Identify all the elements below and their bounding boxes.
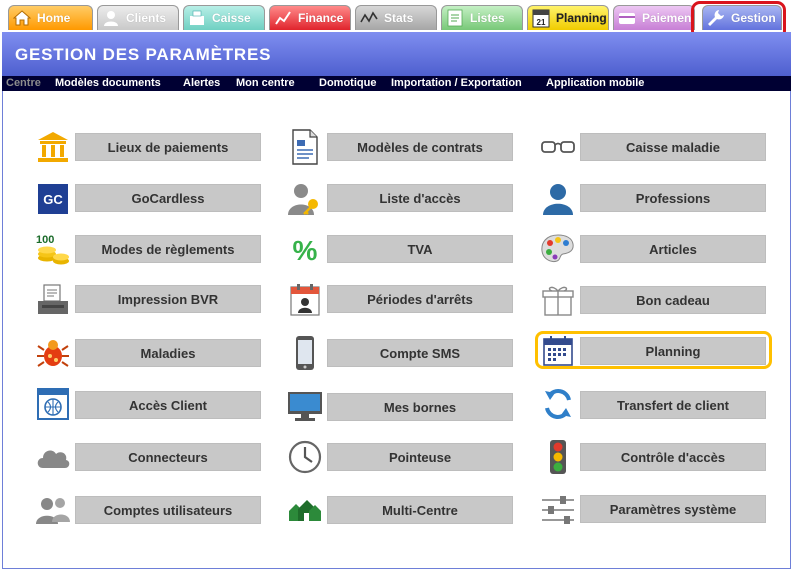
btn-bon-cadeau[interactable]: Bon cadeau [580, 286, 766, 314]
monitor-icon [285, 386, 325, 426]
list-icon [442, 6, 468, 30]
contract-document-icon [285, 127, 325, 167]
tab-finance[interactable]: Finance [269, 5, 351, 30]
wrench-icon [703, 6, 729, 30]
calendar-icon: 21 [528, 6, 554, 30]
smartphone-icon [285, 333, 325, 373]
gocardless-icon: GC [33, 179, 73, 219]
subnav-modeles-documents[interactable]: Modèles documents [55, 77, 161, 89]
cloud-icon [33, 437, 73, 477]
bug-icon [33, 333, 73, 373]
users-icon [33, 490, 73, 530]
btn-professions[interactable]: Professions [580, 184, 766, 212]
coins-icon: 100 [33, 229, 73, 269]
tab-gestion[interactable]: Gestion [702, 5, 782, 30]
calendar-person-icon [285, 280, 325, 320]
main-tab-bar: Home Clients Caisse Finance Stats Listes… [0, 0, 791, 34]
btn-compte-sms[interactable]: Compte SMS [327, 339, 513, 367]
subnav-centre[interactable]: Centre [6, 77, 41, 89]
btn-caisse-maladie[interactable]: Caisse maladie [580, 133, 766, 161]
clock-icon [285, 437, 325, 477]
planning-calendar-icon [538, 331, 578, 371]
tab-label: Planning [556, 11, 607, 25]
page-title: GESTION DES PARAMÈTRES [15, 45, 272, 64]
tab-clients[interactable]: Clients [97, 5, 179, 30]
tab-label: Gestion [731, 11, 776, 25]
houses-icon [285, 490, 325, 530]
btn-parametres-systeme[interactable]: Paramètres système [580, 495, 766, 523]
tab-label: Home [37, 11, 71, 25]
tab-label: Listes [470, 11, 505, 25]
tab-paiements[interactable]: Paiements [613, 5, 695, 30]
btn-transfert-de-client[interactable]: Transfert de client [580, 391, 766, 419]
tab-label: Clients [126, 11, 167, 25]
tab-label: Finance [298, 11, 344, 25]
percent-icon: % [285, 229, 325, 269]
coins-icon-text: 100 [36, 234, 54, 246]
btn-modeles-de-contrats[interactable]: Modèles de contrats [327, 133, 513, 161]
btn-acces-client[interactable]: Accès Client [75, 391, 261, 419]
btn-multi-centre[interactable]: Multi-Centre [327, 496, 513, 524]
paint-palette-icon [538, 229, 578, 269]
percent-icon-text: % [293, 235, 318, 266]
btn-modes-de-reglements[interactable]: Modes de règlements [75, 235, 261, 263]
gift-icon [538, 280, 578, 320]
btn-impression-bvr[interactable]: Impression BVR [75, 285, 261, 313]
btn-gocardless[interactable]: GoCardless [75, 184, 261, 212]
user-key-icon [285, 179, 325, 219]
stats-icon [356, 6, 382, 30]
tab-home[interactable]: Home [8, 5, 93, 30]
btn-pointeuse[interactable]: Pointeuse [327, 443, 513, 471]
btn-periodes-d-arrets[interactable]: Périodes d'arrêts [327, 285, 513, 313]
btn-tva[interactable]: TVA [327, 235, 513, 263]
btn-mes-bornes[interactable]: Mes bornes [327, 393, 513, 421]
subnav-application-mobile[interactable]: Application mobile [546, 77, 644, 89]
btn-maladies[interactable]: Maladies [75, 339, 261, 367]
refresh-arrows-icon [538, 384, 578, 424]
person-icon [98, 6, 124, 30]
subnav-mon-centre[interactable]: Mon centre [236, 77, 295, 89]
tab-listes[interactable]: Listes [441, 5, 523, 30]
tab-label: Paiements [642, 11, 695, 25]
house-icon [9, 6, 35, 30]
sub-navigation: Centre Modèles documents Alertes Mon cen… [2, 76, 791, 91]
calendar-day-text: 21 [537, 18, 546, 27]
btn-comptes-utilisateurs[interactable]: Comptes utilisateurs [75, 496, 261, 524]
btn-connecteurs[interactable]: Connecteurs [75, 443, 261, 471]
browser-globe-icon [33, 384, 73, 424]
subnav-domotique[interactable]: Domotique [319, 77, 376, 89]
person-silhouette-icon [538, 179, 578, 219]
btn-lieux-de-paiements[interactable]: Lieux de paiements [75, 133, 261, 161]
tab-stats[interactable]: Stats [355, 5, 437, 30]
tab-planning[interactable]: 21 Planning [527, 5, 609, 30]
traffic-light-icon [538, 437, 578, 477]
finance-icon [270, 6, 296, 30]
btn-liste-d-acces[interactable]: Liste d'accès [327, 184, 513, 212]
btn-controle-d-acces[interactable]: Contrôle d'accès [580, 443, 766, 471]
payment-icon [614, 6, 640, 30]
btn-planning[interactable]: Planning [580, 337, 766, 365]
sliders-icon [538, 490, 578, 530]
bank-icon [33, 127, 73, 167]
tab-label: Caisse [212, 11, 251, 25]
btn-articles[interactable]: Articles [580, 235, 766, 263]
gocardless-logo-text: GC [43, 192, 63, 207]
subnav-alertes[interactable]: Alertes [183, 77, 220, 89]
glasses-icon [538, 127, 578, 167]
register-icon [184, 6, 210, 30]
printer-icon [33, 280, 73, 320]
tab-label: Stats [384, 11, 414, 25]
subnav-importation-exportation[interactable]: Importation / Exportation [391, 77, 522, 89]
tab-caisse[interactable]: Caisse [183, 5, 265, 30]
